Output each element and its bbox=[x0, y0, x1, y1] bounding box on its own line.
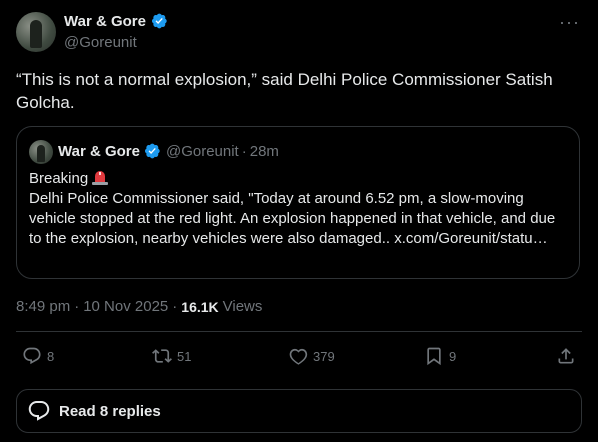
author-name-row: War & Gore bbox=[64, 12, 168, 30]
quoted-body-text: Delhi Police Commissioner said, "Today a… bbox=[29, 190, 556, 247]
timestamp-separator: · bbox=[74, 298, 80, 315]
reply-icon bbox=[23, 347, 41, 365]
repost-button[interactable]: 51 bbox=[152, 346, 191, 366]
views-label: Views bbox=[222, 298, 263, 315]
author-avatar[interactable] bbox=[16, 12, 56, 52]
divider bbox=[16, 331, 582, 332]
chat-bubble-icon bbox=[28, 401, 50, 421]
reply-button[interactable]: 8 bbox=[22, 346, 54, 366]
quoted-age: 28m bbox=[249, 142, 279, 160]
bookmark-count: 9 bbox=[449, 348, 457, 364]
tweet-date[interactable]: 10 Nov 2025 bbox=[83, 298, 168, 315]
quoted-author-avatar bbox=[29, 140, 53, 164]
tweet-timestamp[interactable]: 8:49 pm · 10 Nov 2025 · 16.1K Views bbox=[16, 298, 262, 315]
more-options-icon[interactable]: ··· bbox=[559, 12, 580, 33]
repost-count: 51 bbox=[177, 348, 192, 364]
quoted-line1: Breaking bbox=[29, 170, 89, 187]
like-count: 379 bbox=[313, 348, 335, 364]
verified-badge-icon bbox=[151, 13, 167, 29]
quoted-author-name: War & Gore bbox=[58, 142, 140, 160]
tweet-text: “This is not a normal explosion,” said D… bbox=[16, 70, 553, 112]
author-display-name[interactable]: War & Gore bbox=[64, 13, 146, 30]
bookmark-button[interactable]: 9 bbox=[424, 346, 456, 366]
quoted-tweet-body: Breaking Delhi Police Commissioner said,… bbox=[29, 169, 565, 249]
quoted-separator: · bbox=[241, 142, 247, 160]
tweet-time[interactable]: 8:49 pm bbox=[16, 298, 70, 315]
quoted-tweet-card[interactable]: War & Gore @Goreunit · 28m Breaking Delh… bbox=[16, 126, 580, 279]
views-count: 16.1K bbox=[181, 298, 219, 315]
quoted-tweet-header: War & Gore @Goreunit · 28m bbox=[58, 142, 279, 160]
reply-count: 8 bbox=[47, 348, 55, 364]
read-replies-button[interactable]: Read 8 replies bbox=[16, 389, 582, 433]
quoted-handle: @Goreunit bbox=[165, 142, 239, 160]
author-handle[interactable]: @Goreunit bbox=[64, 34, 137, 51]
verified-badge-icon bbox=[144, 143, 160, 159]
tweet-actions-bar: 8 51 379 9 bbox=[16, 340, 582, 374]
like-button[interactable]: 379 bbox=[288, 346, 335, 366]
siren-emoji-icon bbox=[92, 171, 109, 185]
read-replies-label: Read 8 replies bbox=[59, 402, 161, 420]
bookmark-icon bbox=[427, 347, 441, 366]
heart-icon bbox=[289, 348, 308, 365]
timestamp-separator: · bbox=[172, 298, 178, 315]
share-button[interactable] bbox=[556, 346, 576, 366]
share-icon bbox=[558, 348, 574, 364]
repost-icon bbox=[152, 349, 172, 363]
